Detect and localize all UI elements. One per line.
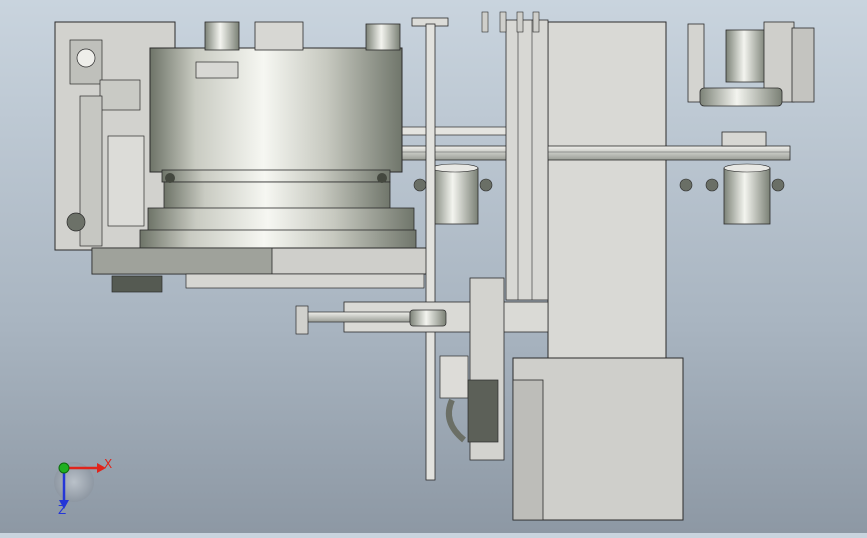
assembly-drawing[interactable]: X Z [0, 0, 867, 533]
cad-viewport[interactable]: X Z [0, 0, 867, 533]
x-axis-label: X [104, 457, 112, 471]
top-right-motor[interactable] [687, 21, 815, 147]
cup-station-2[interactable] [679, 163, 785, 225]
z-axis-label: Z [58, 503, 66, 517]
vertical-rod[interactable] [425, 23, 436, 481]
top-cylinders[interactable] [204, 17, 449, 51]
horizontal-cylinder[interactable] [295, 301, 549, 335]
coordinate-triad-icon [54, 462, 106, 509]
